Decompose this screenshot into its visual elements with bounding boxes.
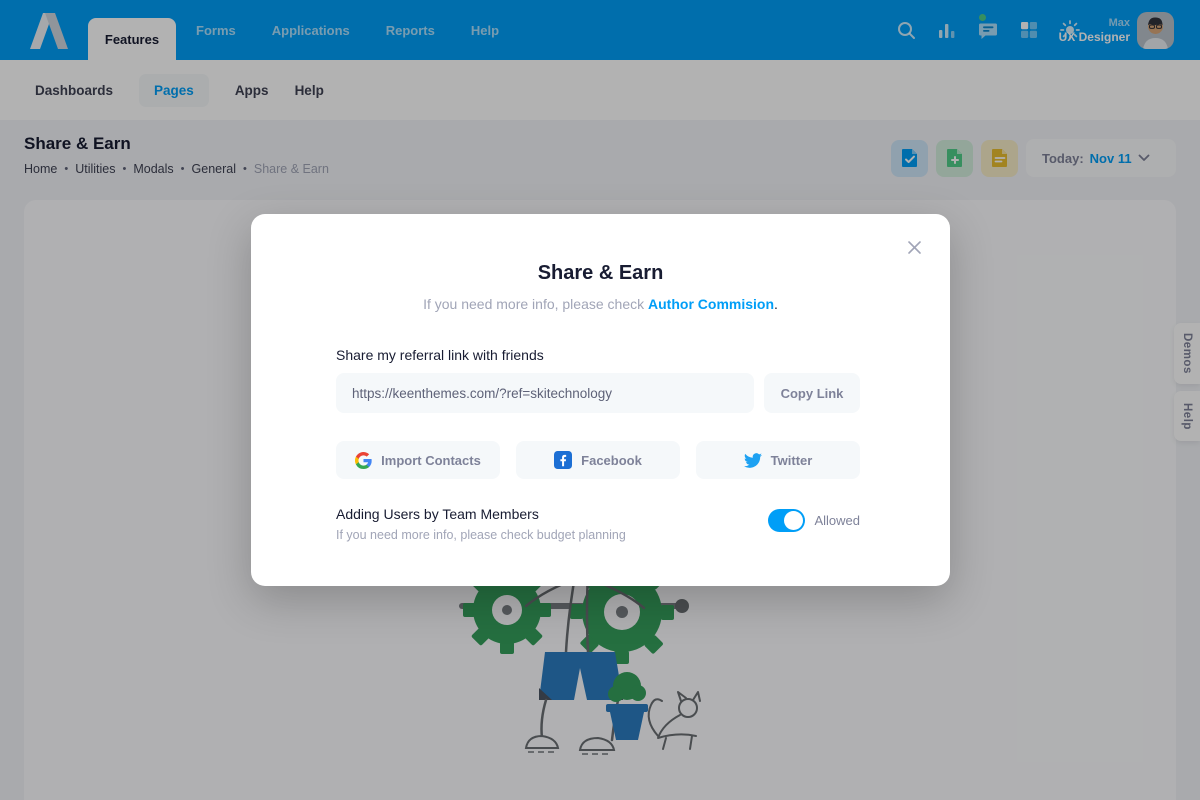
modal-title: Share & Earn [251, 262, 950, 285]
referral-label: Share my referral link with friends [336, 347, 860, 363]
toggle-state-label: Allowed [814, 513, 860, 528]
team-members-hint: If you need more info, please check budg… [336, 528, 626, 542]
modal-subtitle-text: If you need more info, please check [423, 296, 648, 312]
facebook-button[interactable]: Facebook [516, 441, 680, 479]
twitter-icon [744, 453, 762, 468]
author-commission-link[interactable]: Author Commision [648, 296, 774, 312]
referral-link-input[interactable] [336, 373, 754, 413]
team-toggle-wrap: Allowed [768, 509, 860, 532]
twitter-button[interactable]: Twitter [696, 441, 860, 479]
toggle-knob [784, 511, 803, 530]
modal-subtitle: If you need more info, please check Auth… [251, 296, 950, 312]
allowed-toggle[interactable] [768, 509, 805, 532]
import-contacts-button[interactable]: Import Contacts [336, 441, 500, 479]
share-earn-modal: Share & Earn If you need more info, plea… [251, 214, 950, 586]
google-icon [355, 452, 372, 469]
app-window: Features Forms Applications Reports Help [0, 0, 1200, 800]
team-members-label: Adding Users by Team Members [336, 506, 626, 522]
close-icon[interactable] [905, 238, 923, 256]
copy-link-button[interactable]: Copy Link [764, 373, 860, 413]
modal-body: Share my referral link with friends Copy… [336, 347, 860, 542]
facebook-icon [554, 451, 572, 469]
team-text-block: Adding Users by Team Members If you need… [336, 506, 626, 542]
